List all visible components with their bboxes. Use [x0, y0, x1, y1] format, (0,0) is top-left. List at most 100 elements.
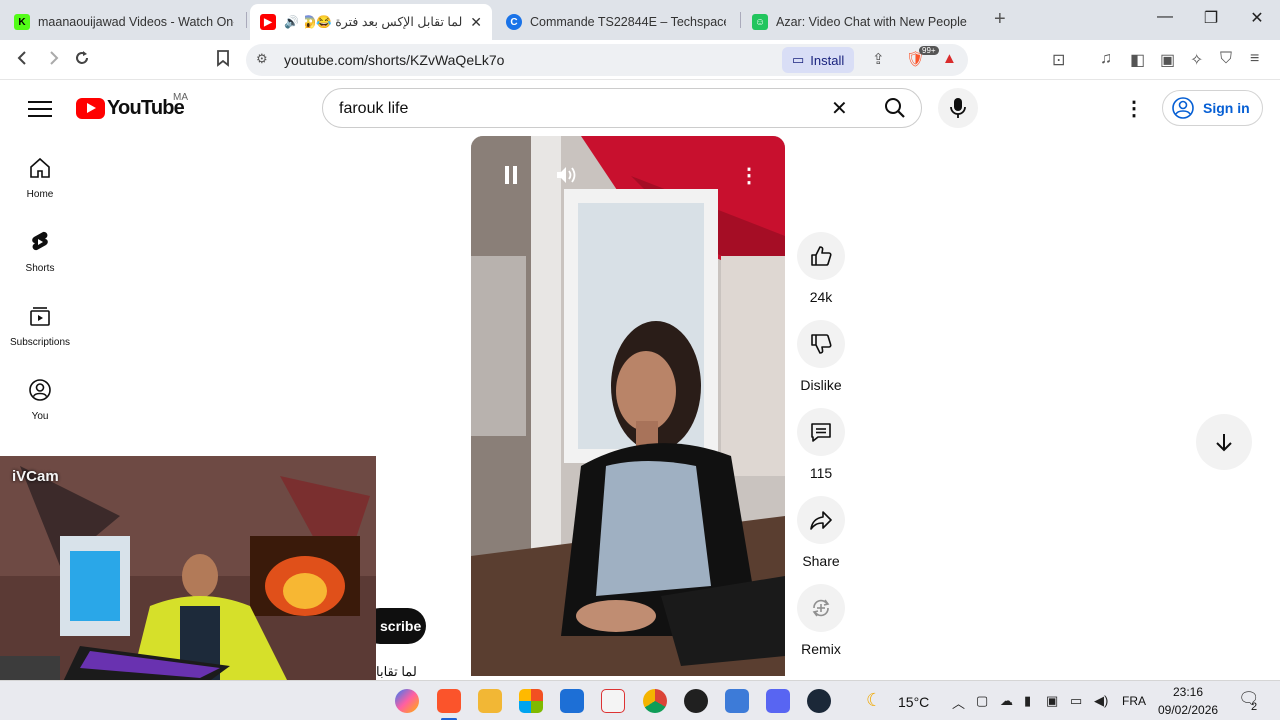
search-icon [885, 98, 905, 118]
url-text[interactable]: youtube.com/shorts/KZvWaQeLk7o [284, 52, 504, 68]
comments-button[interactable] [797, 408, 845, 456]
new-tab-button[interactable]: + [994, 8, 1006, 31]
sidebar-item-home[interactable]: Home [0, 156, 80, 200]
chrome-icon[interactable] [643, 689, 667, 713]
comment-icon [811, 423, 831, 442]
tab-techspace[interactable]: C Commande TS22844E – Techspace.m [496, 4, 736, 40]
volume-button[interactable] [543, 158, 591, 192]
search-box[interactable]: farouk life ✕ [322, 88, 922, 128]
tab-title: لما تقابل الإكس بعد فترة 😂😱 [304, 15, 463, 29]
home-icon [30, 157, 50, 178]
clock-time[interactable]: 23:16 [1173, 685, 1203, 699]
obs-icon[interactable] [684, 689, 708, 713]
tab-strip: K maanaouijawad Videos - Watch On-C ▶ 🔊 … [0, 0, 1280, 40]
back-button[interactable] [14, 49, 32, 72]
site-settings-icon[interactable]: ⚙ [256, 51, 268, 67]
tray-overflow-icon[interactable]: ︿ [952, 693, 965, 712]
weather-temperature[interactable]: 15°C [898, 694, 929, 710]
onedrive-icon[interactable]: ☁ [1000, 693, 1013, 709]
install-icon: ▭ [792, 52, 805, 67]
hamburger-menu-icon[interactable] [28, 98, 52, 118]
shields-badge: 99+ [919, 46, 939, 55]
input-language[interactable]: FRA [1122, 694, 1146, 708]
tab-separator [246, 12, 247, 28]
like-action[interactable]: 24k [797, 232, 845, 305]
media-icon[interactable]: ♫ [1100, 50, 1112, 68]
youtube-icon: ▶ [260, 14, 276, 30]
discord-icon[interactable] [766, 689, 790, 713]
outlook-icon[interactable] [560, 689, 584, 713]
video-more-button[interactable]: ⋮ [725, 158, 773, 192]
search-input[interactable]: farouk life [339, 100, 408, 118]
network-icon[interactable]: ▭ [1070, 693, 1082, 709]
more-vert-icon: ⋮ [739, 164, 759, 187]
brave-browser-icon[interactable] [437, 689, 461, 713]
meet-icon[interactable]: ▢ [976, 693, 988, 709]
menu-icon[interactable]: ≡ [1250, 50, 1259, 68]
url-box[interactable]: ⚙ youtube.com/shorts/KZvWaQeLk7o ▭ Insta… [246, 44, 968, 76]
sidebar-item-subscriptions[interactable]: Subscriptions [0, 304, 80, 348]
leo-ai-icon[interactable]: ✧ [1190, 50, 1203, 70]
reader-mode-icon[interactable]: ⊡ [1052, 50, 1065, 70]
sign-in-button[interactable]: Sign in [1162, 90, 1263, 126]
sidebar-item-you[interactable]: You [0, 378, 80, 422]
remix-action[interactable]: Remix [797, 584, 845, 657]
restore-button[interactable]: ❐ [1196, 8, 1226, 28]
mic-tray-icon[interactable]: ▮ [1024, 693, 1031, 709]
install-label: Install [810, 52, 845, 68]
microsoft-store-icon[interactable] [519, 689, 543, 713]
thumbs-up-icon [811, 246, 832, 266]
remix-icon [812, 599, 830, 617]
settings-kebab-icon[interactable]: ⋮ [1124, 96, 1144, 121]
tab-separator [740, 12, 741, 28]
tab-kick[interactable]: K maanaouijawad Videos - Watch On-C [4, 4, 244, 40]
bookmark-icon[interactable] [215, 49, 231, 72]
shorts-video-player[interactable]: ⋮ [471, 136, 785, 676]
vpn-icon[interactable]: ⛉ [1220, 50, 1232, 68]
comments-action[interactable]: 115 [797, 408, 845, 481]
search-button[interactable] [867, 89, 923, 127]
file-explorer-icon[interactable] [478, 689, 502, 713]
sidebar-label: You [31, 411, 49, 422]
voice-search-button[interactable] [938, 88, 978, 128]
close-tab-icon[interactable]: ✕ [470, 14, 482, 31]
sidebar-toggle-icon[interactable]: ◧ [1130, 50, 1145, 70]
share-button[interactable] [797, 496, 845, 544]
next-video-button[interactable] [1196, 414, 1252, 470]
reload-button[interactable] [73, 49, 91, 72]
dislike-action[interactable]: Dislike [797, 320, 845, 393]
weather-moon-icon[interactable]: ☾ [866, 690, 882, 711]
ivcam-icon[interactable] [725, 689, 749, 713]
dislike-button[interactable] [797, 320, 845, 368]
capture-icon[interactable]: ▣ [1046, 693, 1058, 709]
volume-tray-icon[interactable]: ◀) [1094, 693, 1108, 709]
youtube-logo[interactable]: YouTube [76, 97, 185, 120]
subscribe-label: scribe [380, 618, 422, 634]
video-frame [471, 136, 785, 676]
steam-icon[interactable] [807, 689, 831, 713]
forward-button[interactable] [44, 49, 62, 72]
speaker-icon[interactable]: 🔊 [284, 15, 299, 29]
tab-youtube-short[interactable]: ▶ 🔊 لما تقابل الإكس بعد فترة 😂😱 ✕ [250, 4, 492, 40]
remix-button[interactable] [797, 584, 845, 632]
wallet-icon[interactable]: ▣ [1160, 50, 1175, 70]
account-icon [1172, 97, 1194, 119]
pause-button[interactable] [487, 158, 535, 192]
share-icon [810, 511, 832, 530]
install-button[interactable]: ▭ Install [782, 47, 855, 73]
brave-rewards-icon[interactable]: ▲ [942, 50, 957, 67]
clear-search-icon[interactable]: ✕ [831, 96, 848, 121]
subscriptions-icon [30, 307, 50, 326]
clock-date[interactable]: 09/02/2026 [1158, 703, 1218, 717]
calendar-app-icon[interactable] [601, 689, 625, 713]
webcam-label: iVCam [12, 468, 59, 485]
share-page-icon[interactable]: ⇪ [872, 50, 885, 68]
tab-azar[interactable]: ☺ Azar: Video Chat with New People [742, 4, 982, 40]
minimize-button[interactable]: — [1150, 8, 1180, 26]
comment-count: 115 [809, 465, 833, 481]
copilot-icon[interactable] [395, 689, 419, 713]
like-button[interactable] [797, 232, 845, 280]
sidebar-item-shorts[interactable]: Shorts [0, 230, 80, 274]
share-action[interactable]: Share [797, 496, 845, 569]
close-window-button[interactable]: ✕ [1242, 8, 1272, 28]
